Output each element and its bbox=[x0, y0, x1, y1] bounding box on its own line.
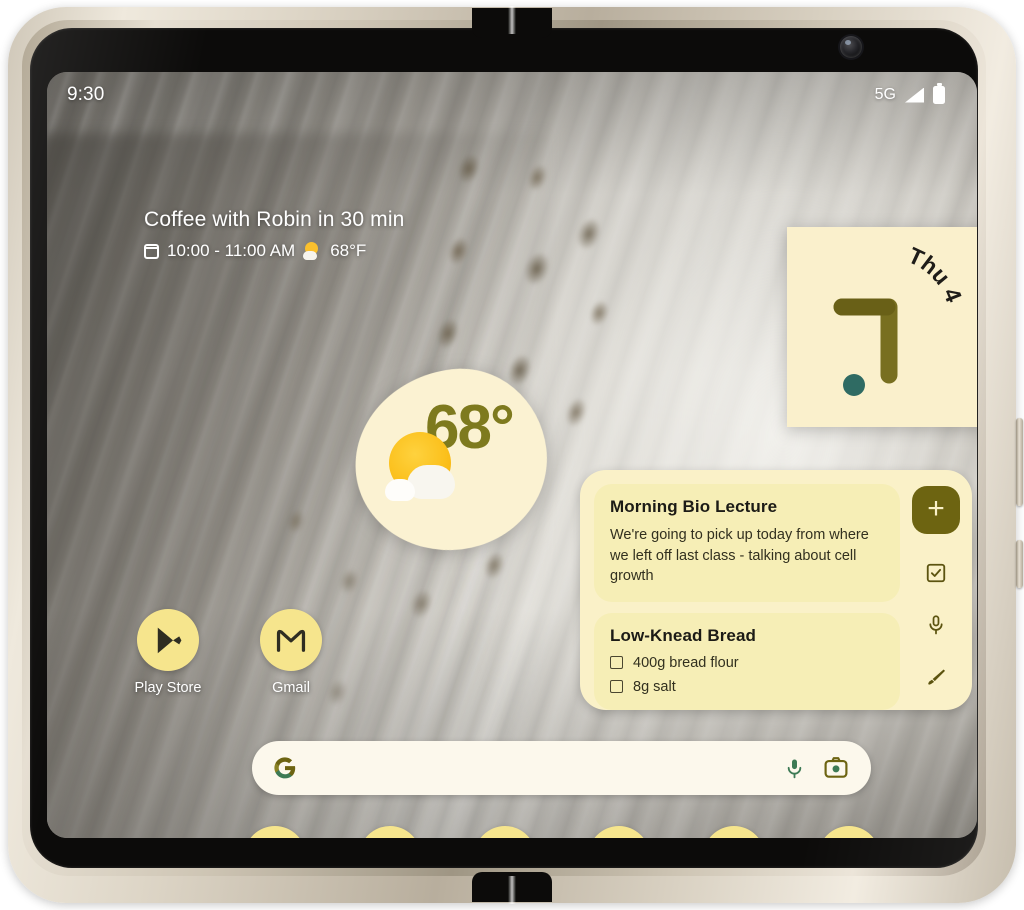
notes-card-list: Morning Bio Lecture We're going to pick … bbox=[580, 470, 900, 710]
volume-button[interactable] bbox=[1016, 418, 1023, 506]
dock-item-home[interactable] bbox=[817, 826, 880, 838]
app-icon-row: Play Store Gmail bbox=[131, 609, 328, 696]
note-body: We're going to pick up today from where … bbox=[610, 527, 869, 585]
google-lens-camera-icon bbox=[824, 757, 848, 778]
clock-day-label: Thu 4 bbox=[904, 242, 967, 306]
dock-item-maps[interactable] bbox=[703, 826, 766, 838]
checkbox-icon[interactable] bbox=[610, 680, 623, 694]
status-icons: 5G bbox=[874, 83, 945, 104]
checklist-button[interactable] bbox=[923, 560, 949, 586]
google-g-icon bbox=[274, 757, 296, 779]
calendar-icon bbox=[144, 243, 159, 259]
weather-widget[interactable]: 68° bbox=[344, 358, 558, 562]
front-camera-icon bbox=[840, 36, 862, 58]
play-store-icon bbox=[137, 609, 199, 671]
foldable-device: 9:30 5G Coffee with Robin in 30 min 10:0… bbox=[0, 0, 1024, 910]
glance-temperature: 68°F bbox=[330, 241, 367, 260]
dock-item-phone[interactable] bbox=[244, 826, 306, 838]
note-card[interactable]: Low-Knead Bread 400g bread flour 8g salt bbox=[594, 612, 900, 710]
dock-item-camera[interactable] bbox=[588, 826, 651, 838]
svg-text:Thu 4: Thu 4 bbox=[904, 242, 967, 306]
glance-time-range: 10:00 - 11:00 AM bbox=[167, 241, 296, 260]
status-time: 9:30 bbox=[67, 84, 105, 105]
sun-behind-cloud-icon bbox=[385, 432, 467, 510]
checkbox-icon[interactable] bbox=[610, 656, 623, 670]
hinge-seam-bottom bbox=[508, 876, 516, 904]
microphone-icon bbox=[787, 758, 801, 778]
note-checklist: 400g bread flour 8g salt bbox=[610, 655, 884, 695]
app-play-store[interactable]: Play Store bbox=[131, 609, 205, 696]
app-label: Play Store bbox=[134, 680, 202, 696]
voice-note-button[interactable] bbox=[923, 612, 949, 638]
add-note-button[interactable]: + bbox=[912, 486, 960, 534]
glance-details: 10:00 - 11:00 AM 68°F bbox=[144, 241, 404, 261]
note-title: Morning Bio Lecture bbox=[610, 497, 778, 516]
app-label: Gmail bbox=[272, 680, 310, 696]
plus-icon: + bbox=[927, 491, 945, 525]
app-gmail[interactable]: Gmail bbox=[254, 609, 328, 696]
dock-item-chrome[interactable] bbox=[473, 826, 536, 838]
draw-note-button[interactable] bbox=[923, 664, 949, 690]
battery-full-icon bbox=[933, 83, 945, 104]
checklist-item[interactable]: 400g bread flour bbox=[610, 655, 884, 671]
note-title: Low-Knead Bread bbox=[610, 625, 757, 645]
gmail-icon bbox=[260, 609, 322, 671]
microphone-icon bbox=[929, 615, 943, 635]
status-bar: 9:30 5G bbox=[47, 72, 977, 118]
dock bbox=[244, 826, 880, 838]
notes-widget[interactable]: Morning Bio Lecture We're going to pick … bbox=[580, 470, 972, 710]
google-lens-button[interactable] bbox=[823, 755, 849, 781]
brush-icon bbox=[927, 668, 945, 685]
voice-search-button[interactable] bbox=[781, 755, 807, 781]
signal-bars-icon bbox=[905, 87, 924, 103]
network-label: 5G bbox=[874, 86, 896, 103]
checklist-item-label: 400g bread flour bbox=[633, 654, 739, 671]
note-card[interactable]: Morning Bio Lecture We're going to pick … bbox=[594, 484, 900, 602]
sun-behind-cloud-icon bbox=[303, 242, 322, 260]
dock-item-messages[interactable] bbox=[358, 826, 421, 838]
notes-toolbar: + bbox=[900, 470, 972, 710]
checklist-item[interactable]: 8g salt bbox=[610, 679, 884, 695]
checklist-item-label: 8g salt bbox=[633, 678, 676, 695]
checkbox-checked-icon bbox=[926, 563, 946, 583]
clock-widget[interactable]: Thu 4 bbox=[787, 227, 977, 427]
power-button[interactable] bbox=[1016, 540, 1023, 588]
google-search-bar[interactable] bbox=[252, 741, 871, 795]
hinge-seam-top bbox=[508, 6, 516, 34]
device-screen: 9:30 5G Coffee with Robin in 30 min 10:0… bbox=[47, 72, 977, 838]
at-a-glance-widget[interactable]: Coffee with Robin in 30 min 10:00 - 11:0… bbox=[144, 208, 404, 261]
glance-event-title: Coffee with Robin in 30 min bbox=[144, 208, 405, 231]
